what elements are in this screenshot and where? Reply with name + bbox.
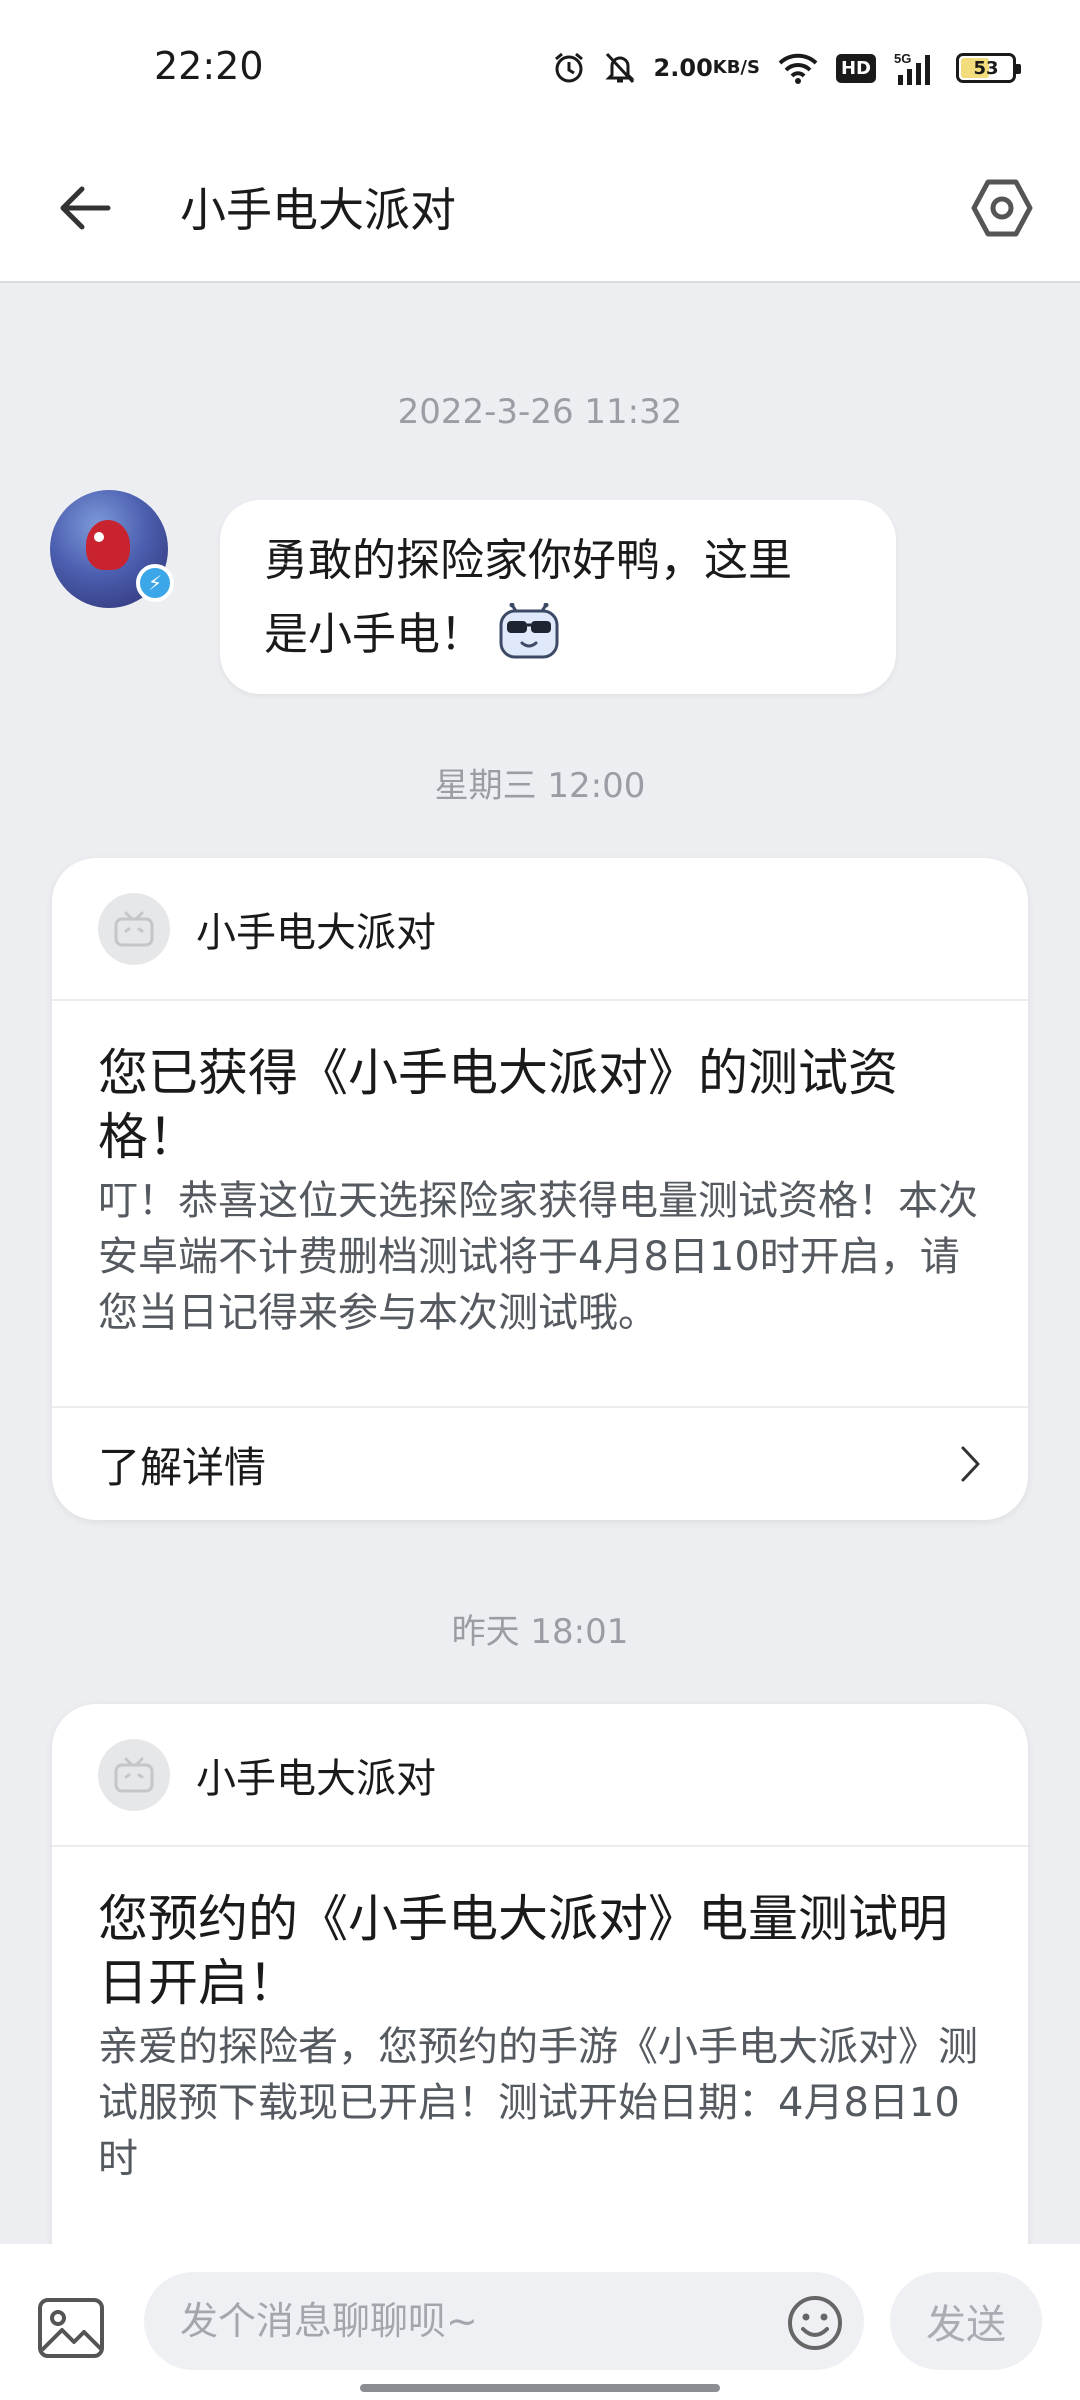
learn-more-label: 了解详情	[98, 1442, 267, 1492]
battery-level: 53	[973, 57, 999, 79]
card-body: 您已获得《小手电大派对》的测试资格！ 叮！恭喜这位天选探险家获得电量测试资格！本…	[52, 1001, 1028, 1406]
card-title: 您已获得《小手电大派对》的测试资格！	[98, 1044, 898, 1166]
bilibili-tv-icon	[98, 1738, 170, 1811]
message-input[interactable]	[144, 2272, 864, 2370]
chevron-right-icon	[961, 1446, 980, 1482]
card-source: 小手电大派对	[196, 909, 436, 956]
card-header: 小手电大派对	[52, 1704, 1028, 1847]
bilibili-tv-icon	[98, 892, 170, 965]
card-text: 叮！恭喜这位天选探险家获得电量测试资格！本次安卓端不计费删档测试将于4月8日10…	[98, 1178, 978, 1336]
net-speed: 2.00 KB/S	[653, 54, 760, 82]
send-button[interactable]: 发送	[890, 2272, 1042, 2370]
back-arrow-icon	[60, 186, 111, 230]
signal-5g-icon: 5G	[894, 51, 938, 85]
hd-icon: HD	[835, 53, 876, 83]
net-speed-unit: KB/S	[712, 57, 760, 78]
message-line: 勇敢的探险家你好鸭，这里	[264, 535, 792, 586]
status-time: 22:20	[154, 44, 264, 88]
card-body: 您预约的《小手电大派对》电量测试明日开启！ 亲爱的探险者，您预约的手游《小手电大…	[52, 1847, 1028, 2187]
back-button[interactable]	[50, 168, 120, 248]
settings-button[interactable]	[962, 166, 1042, 250]
image-icon[interactable]	[36, 2296, 106, 2360]
card-text: 亲爱的探险者，您预约的手游《小手电大派对》测试服预下载现已开启！测试开始日期：4…	[98, 2024, 978, 2182]
message-line-text: 是小手电！	[264, 609, 484, 660]
card-source: 小手电大派对	[196, 1755, 436, 1802]
message-bubble[interactable]: 勇敢的探险家你好鸭，这里 是小手电！	[220, 500, 896, 694]
status-bar: 22:20 2.00 KB/S HD 5G 53	[0, 0, 1080, 140]
card-title: 您预约的《小手电大派对》电量测试明日开启！	[98, 1890, 948, 2012]
notification-card[interactable]: 小手电大派对 您已获得《小手电大派对》的测试资格！ 叮！恭喜这位天选探险家获得电…	[52, 858, 1028, 1520]
wifi-icon	[778, 52, 818, 84]
smiley-icon[interactable]	[786, 2294, 844, 2352]
card-header: 小手电大派对	[52, 858, 1028, 1001]
page-title: 小手电大派对	[180, 183, 456, 237]
chat-header: 小手电大派对	[0, 140, 1080, 283]
battery-icon: 53	[956, 53, 1021, 83]
network-label: 5G	[894, 51, 911, 66]
settings-hexagon-icon	[971, 179, 1033, 237]
message-line-2: 是小手电！	[264, 598, 856, 672]
message-timestamp: 昨天 18:01	[451, 1612, 629, 1652]
net-speed-value: 2.00	[653, 54, 713, 82]
mute-bell-icon	[604, 51, 636, 85]
notification-card[interactable]: 小手电大派对 您预约的《小手电大派对》电量测试明日开启！ 亲爱的探险者，您预约的…	[52, 1704, 1028, 2324]
learn-more-link[interactable]: 了解详情	[52, 1406, 1028, 1520]
avatar[interactable]: ⚡	[50, 490, 174, 608]
message-input-bar: 发送	[0, 2244, 1080, 2400]
sunglasses-robot-emoji-icon	[499, 603, 559, 659]
message-timestamp: 2022-3-26 11:32	[397, 392, 683, 432]
verified-badge-icon: ⚡	[136, 564, 174, 602]
alarm-icon	[552, 51, 586, 85]
home-indicator[interactable]	[360, 2384, 720, 2392]
avatar-character	[86, 520, 130, 570]
status-icons: 2.00 KB/S HD 5G 53	[552, 48, 1021, 88]
message-timestamp: 星期三 12:00	[434, 766, 646, 806]
